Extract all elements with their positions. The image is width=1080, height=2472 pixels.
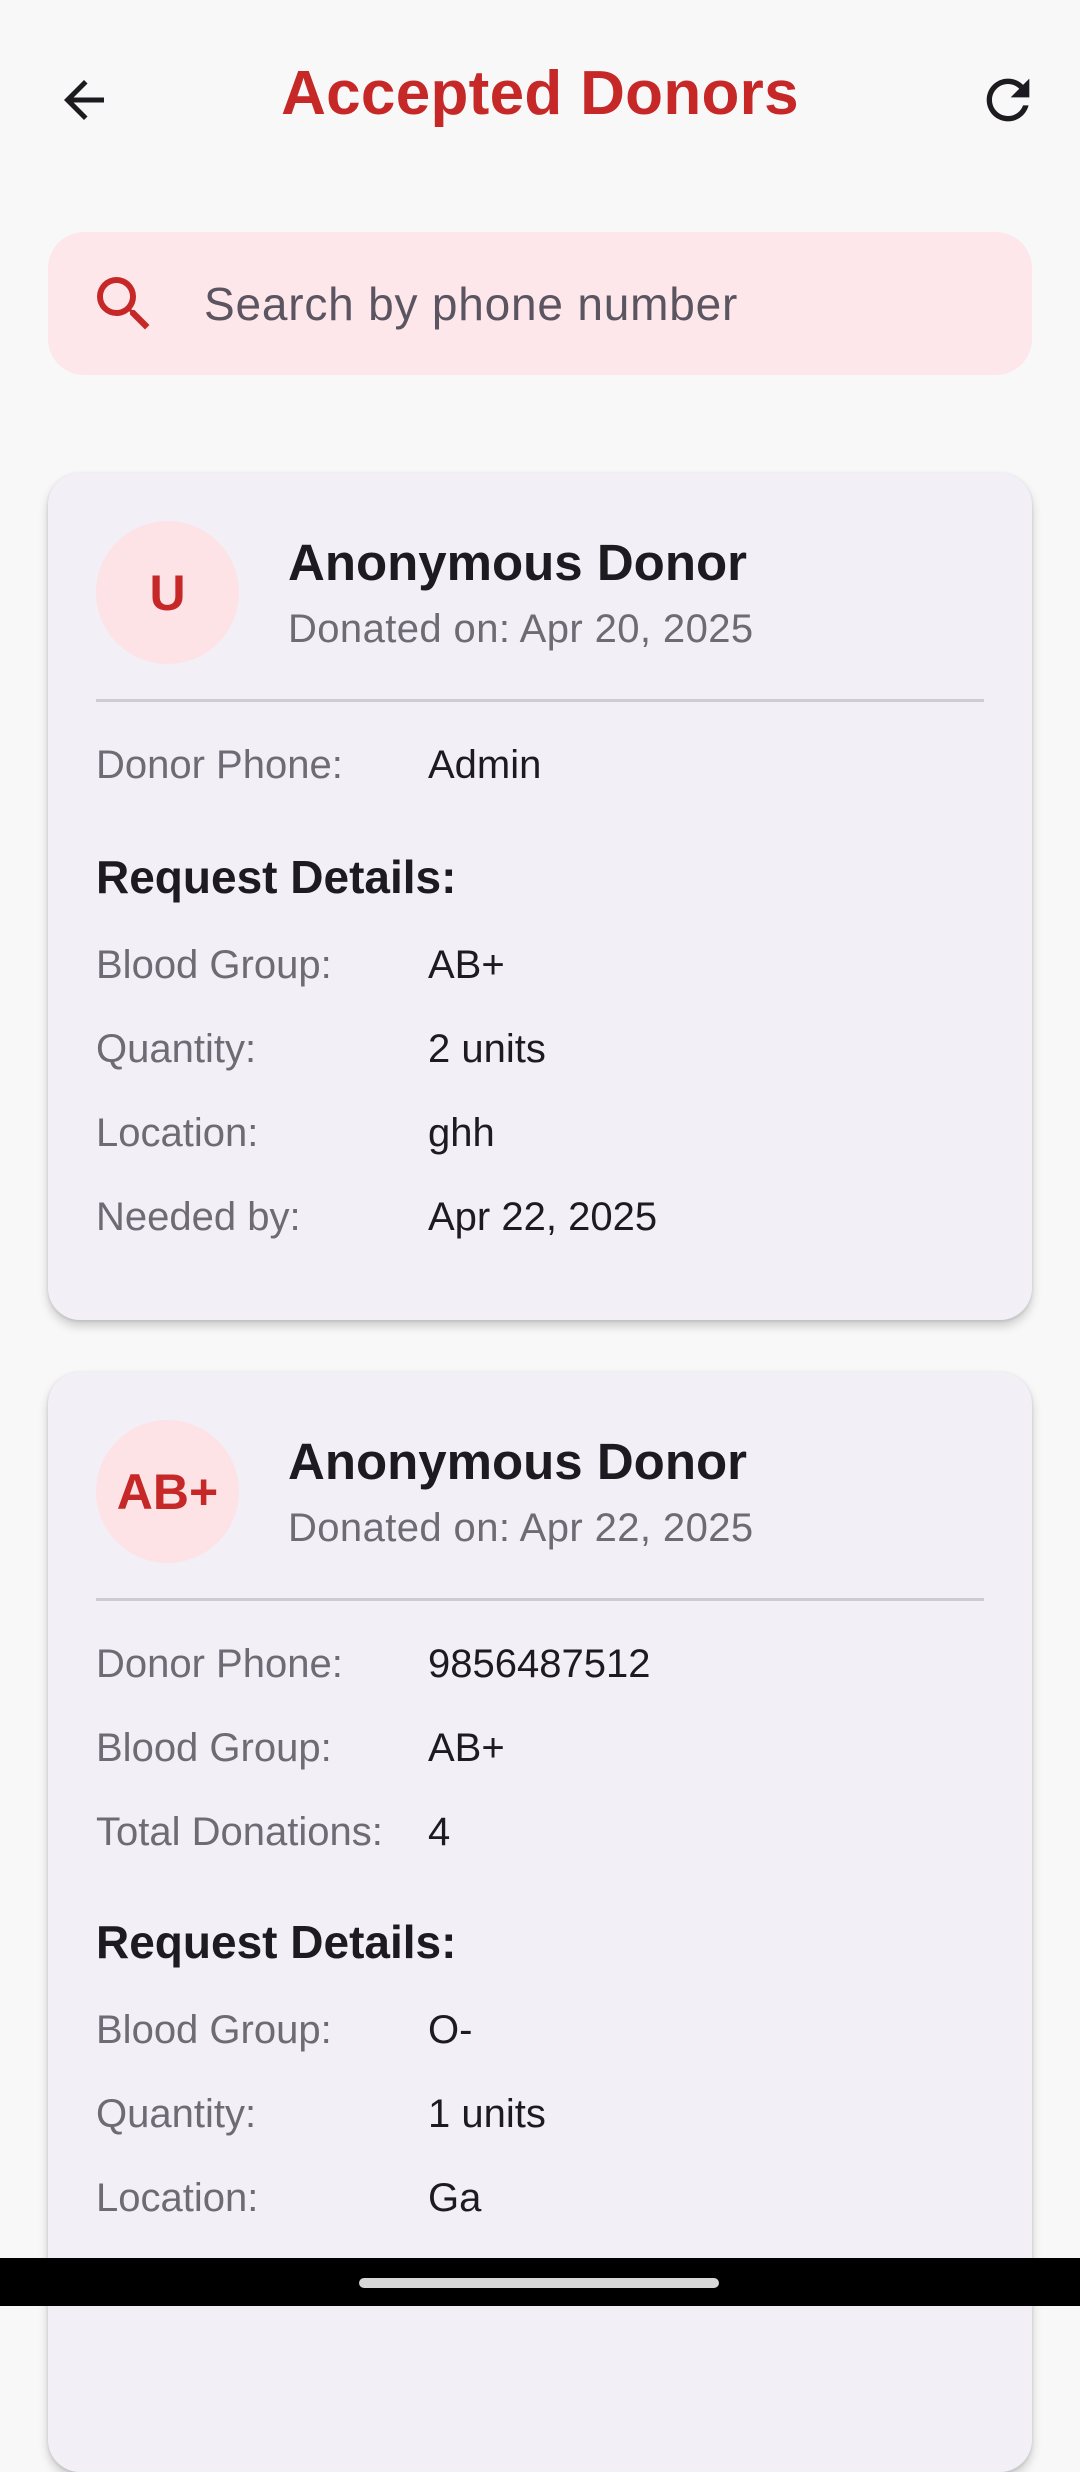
donor-name: Anonymous Donor bbox=[288, 534, 747, 591]
field-value: AB+ bbox=[428, 943, 505, 987]
donor-blood-group-row: Blood Group: AB+ bbox=[96, 1726, 984, 1786]
blood-group-row: Blood Group: AB+ bbox=[96, 943, 984, 1003]
field-label: Needed by: bbox=[96, 1195, 301, 1239]
field-label: Blood Group: bbox=[96, 943, 332, 987]
field-value: AB+ bbox=[428, 1726, 505, 1770]
refresh-icon bbox=[986, 78, 1030, 122]
field-value: 4 bbox=[428, 1810, 451, 1854]
search-input[interactable] bbox=[204, 262, 1004, 346]
location-row: Location: ghh bbox=[96, 1111, 984, 1171]
quantity-row: Quantity: 2 units bbox=[96, 1027, 984, 1087]
avatar: U bbox=[96, 521, 239, 664]
request-details-heading: Request Details: bbox=[96, 1916, 457, 1968]
donor-phone-value: Admin bbox=[428, 743, 542, 787]
field-label: Total Donations: bbox=[96, 1810, 383, 1854]
avatar: AB+ bbox=[96, 1420, 239, 1563]
quantity-row: Quantity: 1 units bbox=[96, 2092, 984, 2152]
page-title: Accepted Donors bbox=[281, 59, 799, 128]
donation-date: Donated on: Apr 22, 2025 bbox=[288, 1506, 754, 1550]
donor-phone-label: Donor Phone: bbox=[96, 1642, 343, 1686]
field-value: 1 units bbox=[428, 2092, 546, 2136]
blood-group-row: Blood Group: O- bbox=[96, 2008, 984, 2068]
divider bbox=[96, 699, 984, 702]
field-value: 2 units bbox=[428, 1027, 546, 1071]
needed-by-row: Needed by: Apr 22, 2025 bbox=[96, 1195, 984, 1255]
donor-card[interactable]: AB+ Anonymous Donor Donated on: Apr 22, … bbox=[48, 1372, 1032, 2472]
home-handle[interactable] bbox=[359, 2278, 719, 2288]
field-label: Quantity: bbox=[96, 1027, 257, 1071]
system-navigation-bar bbox=[0, 2258, 1080, 2306]
search-bar[interactable] bbox=[48, 232, 1032, 375]
field-label: Blood Group: bbox=[96, 2008, 332, 2052]
donor-phone-value: 9856487512 bbox=[428, 1642, 651, 1686]
field-label: Quantity: bbox=[96, 2092, 257, 2136]
location-row: Location: Ga bbox=[96, 2176, 984, 2236]
request-details-heading: Request Details: bbox=[96, 851, 457, 903]
donor-phone-label: Donor Phone: bbox=[96, 743, 343, 787]
field-label: Location: bbox=[96, 2176, 259, 2220]
field-label: Blood Group: bbox=[96, 1726, 332, 1770]
field-label: Location: bbox=[96, 1111, 259, 1155]
total-donations-row: Total Donations: 4 bbox=[96, 1810, 984, 1870]
field-value: Ga bbox=[428, 2176, 482, 2220]
donation-date: Donated on: Apr 20, 2025 bbox=[288, 607, 754, 651]
donor-name: Anonymous Donor bbox=[288, 1433, 747, 1490]
donor-phone-row: Donor Phone: Admin bbox=[96, 743, 984, 803]
donor-card[interactable]: U Anonymous Donor Donated on: Apr 20, 20… bbox=[48, 473, 1032, 1320]
refresh-button[interactable] bbox=[960, 52, 1056, 148]
donor-phone-row: Donor Phone: 9856487512 bbox=[96, 1642, 984, 1702]
search-icon bbox=[97, 277, 150, 330]
field-value: ghh bbox=[428, 1111, 495, 1155]
app-bar: Accepted Donors bbox=[0, 0, 1080, 200]
divider bbox=[96, 1598, 984, 1601]
field-value: O- bbox=[428, 2008, 473, 2052]
field-value: Apr 22, 2025 bbox=[428, 1195, 658, 1239]
